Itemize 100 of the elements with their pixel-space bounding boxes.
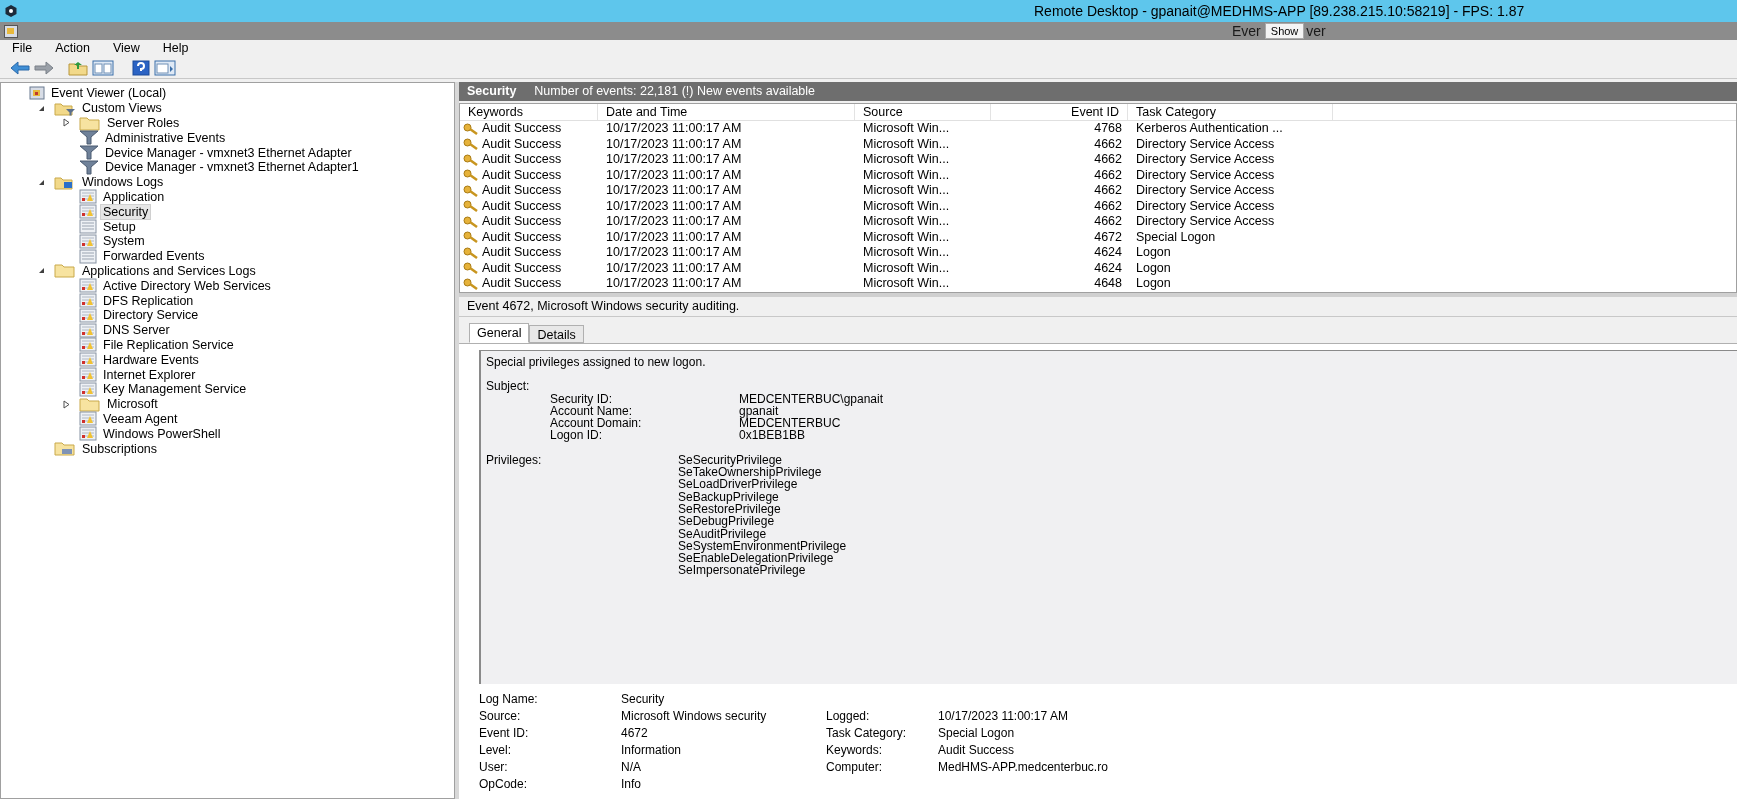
tab[interactable]: Details <box>529 325 584 343</box>
event-viewer-icon <box>4 24 18 38</box>
tree-item[interactable]: Applications and Services Logs <box>79 262 259 279</box>
log-icon <box>79 367 97 383</box>
table-cell-text: 10/17/2023 11:00:17 AM <box>605 152 743 168</box>
folder-icon[interactable] <box>68 59 88 76</box>
window-title: Ever <box>1232 21 1261 41</box>
log-icon <box>79 189 97 205</box>
tree-item[interactable]: Custom Views <box>79 100 165 117</box>
log-icon <box>79 307 97 323</box>
privileges-label: Privileges: <box>486 453 543 467</box>
field-value: Microsoft Windows security <box>621 708 768 725</box>
table-cell-text: 4662 <box>1093 198 1123 214</box>
tree-item[interactable]: Windows Logs <box>79 174 167 191</box>
table-cell: Audit Success <box>460 183 598 199</box>
menu-item[interactable]: View <box>110 39 142 58</box>
back-arrow-icon[interactable] <box>10 60 30 75</box>
table-cell-text: Special Logon <box>1135 229 1217 245</box>
folder-computer-icon <box>54 174 76 190</box>
field-value: N/A <box>621 759 642 776</box>
field-label: Computer: <box>826 759 884 776</box>
tree-item[interactable]: Forwarded Events <box>100 248 208 265</box>
tab[interactable]: General <box>469 323 530 343</box>
table-cell-text: 4662 <box>1093 183 1123 199</box>
tree-item[interactable]: Server Roles <box>104 115 183 131</box>
tree-item[interactable]: Internet Explorer <box>100 366 199 383</box>
field-value: gpanait <box>739 404 779 418</box>
field-label: Task Category: <box>826 725 908 742</box>
table-cell-text: 4672 <box>1093 229 1123 245</box>
column-header[interactable]: Task Category <box>1128 104 1333 120</box>
field-value: 10/17/2023 11:00:17 AM <box>938 708 1069 725</box>
table-cell-text: 10/17/2023 11:00:17 AM <box>605 245 743 261</box>
expanded-arrow-icon[interactable] <box>37 267 45 275</box>
tree-item[interactable]: Event Viewer (Local) <box>48 85 170 102</box>
filter-icon <box>79 145 99 161</box>
table-cell-text: 10/17/2023 11:00:17 AM <box>605 260 743 276</box>
panel-icon[interactable] <box>154 59 176 76</box>
table-cell: Audit Success <box>460 245 598 261</box>
folder-icon <box>54 263 76 279</box>
collapsed-arrow-icon[interactable] <box>62 399 70 409</box>
tree-item[interactable]: File Replication Service <box>100 336 237 353</box>
menu-item[interactable]: Action <box>53 39 92 58</box>
tree-item[interactable]: Directory Service <box>100 307 202 324</box>
key-icon <box>463 215 479 228</box>
field-value: 0x1BEB1BB <box>739 429 806 442</box>
key-icon <box>463 262 479 275</box>
tree-item[interactable]: Administrative Events <box>102 129 229 146</box>
table-cell-text: 4768 <box>1093 121 1123 137</box>
tree-item[interactable]: Application <box>100 189 168 205</box>
show-button[interactable]: Show <box>1264 23 1305 39</box>
tree-item[interactable]: Key Management Service <box>100 381 250 398</box>
log-icon <box>79 233 97 249</box>
table-cell: Audit Success <box>460 152 598 168</box>
menu-item[interactable]: File <box>10 39 35 58</box>
table-cell-text: Microsoft Win... <box>862 121 951 137</box>
log-icon <box>79 219 97 235</box>
folder-filter-icon <box>54 100 76 116</box>
app-logo-icon[interactable] <box>4 4 18 18</box>
menu-item[interactable]: Help <box>160 39 191 58</box>
tree-item[interactable]: Device Manager - vmxnet3 Ethernet Adapter1 <box>102 159 362 176</box>
field-label: Account Name: <box>550 404 634 418</box>
column-header[interactable]: Keywords <box>460 104 598 120</box>
field-value: Special Logon <box>938 725 1016 742</box>
help-icon[interactable] <box>132 59 150 76</box>
privilege: SeImpersonatePrivilege <box>678 564 806 577</box>
collapsed-arrow-icon[interactable] <box>62 118 70 128</box>
tree-item[interactable]: System <box>100 233 148 250</box>
privilege: SeRestorePrivilege <box>678 502 782 516</box>
forward-arrow-icon[interactable] <box>34 60 54 75</box>
table-cell-text: Logon <box>1135 260 1172 276</box>
column-header[interactable]: Date and Time <box>598 104 855 120</box>
key-icon <box>463 184 479 197</box>
tree-item[interactable]: Windows PowerShell <box>100 425 224 442</box>
privilege: SeSystemEnvironmentPrivilege <box>678 539 847 553</box>
table-cell-text: Microsoft Win... <box>862 152 951 168</box>
field-value: MEDCENTERBUC\gpanait <box>739 392 884 405</box>
tree-item[interactable]: DFS Replication <box>100 292 197 309</box>
tree-item[interactable]: Hardware Events <box>100 351 202 368</box>
table-cell: Audit Success <box>460 136 598 152</box>
event-count: Number of events: 22,181 (!) New events available <box>534 83 816 101</box>
table-cell-text: 4662 <box>1093 136 1123 152</box>
column-header[interactable]: Source <box>855 104 991 120</box>
log-icon <box>79 411 97 427</box>
table-cell-text: Microsoft Win... <box>862 229 951 245</box>
tree-item[interactable]: DNS Server <box>100 322 173 339</box>
tree-item[interactable]: Microsoft <box>104 396 161 413</box>
expanded-arrow-icon[interactable] <box>37 178 45 186</box>
field-label: Account Domain: <box>550 417 643 430</box>
expanded-arrow-icon[interactable] <box>37 104 45 112</box>
log-name: Security <box>467 83 517 101</box>
tree-item[interactable]: Subscriptions <box>79 440 161 457</box>
tree-item[interactable]: Veeam Agent <box>100 410 181 427</box>
filter-icon <box>79 159 99 175</box>
tree-item[interactable]: Security <box>100 203 152 220</box>
tree-item[interactable]: Device Manager - vmxnet3 Ethernet Adapter <box>102 144 355 161</box>
tree-item[interactable]: Setup <box>100 218 139 235</box>
tree-item[interactable]: Active Directory Web Services <box>100 277 274 294</box>
table-cell-text: Microsoft Win... <box>862 214 951 230</box>
table-cell-text: Directory Service Access <box>1135 183 1276 199</box>
column-header[interactable]: Event ID <box>991 104 1128 120</box>
